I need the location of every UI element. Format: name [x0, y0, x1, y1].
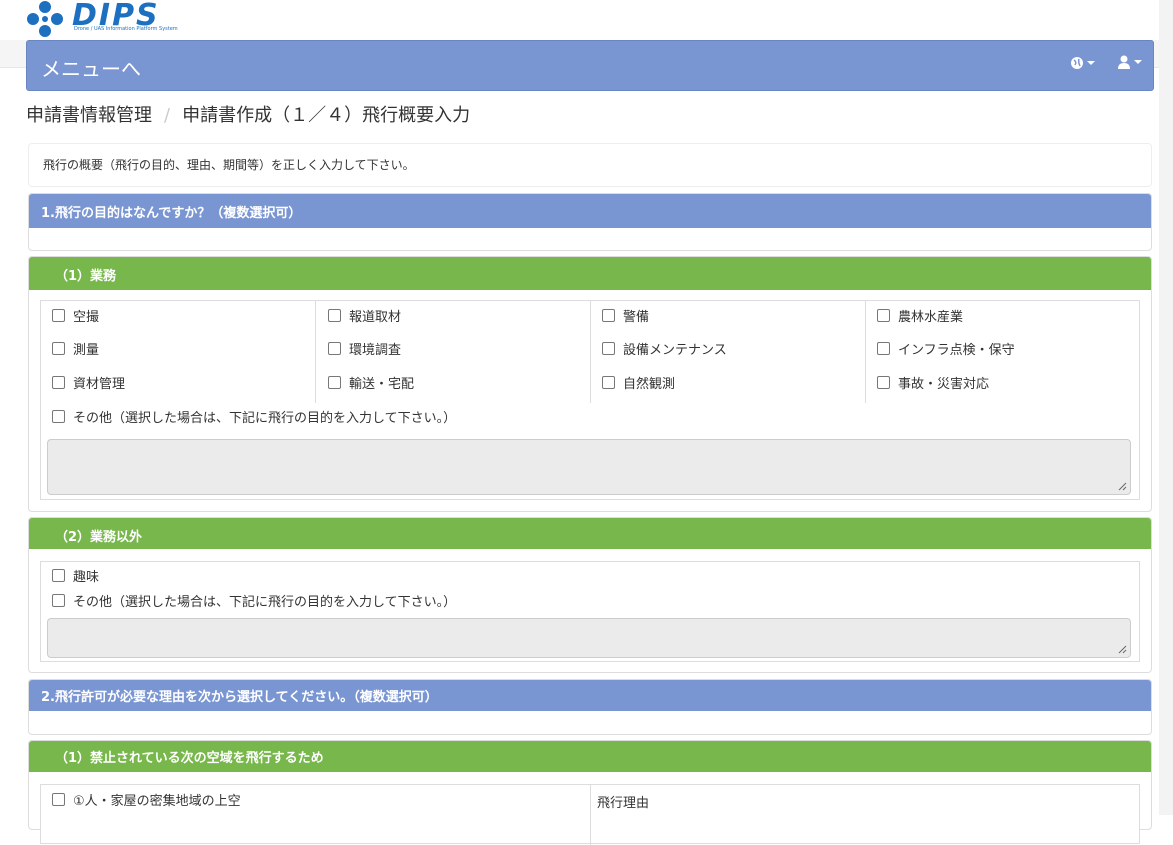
breadcrumb-item-current: 申請書作成（１／４）飛行概要入力 [182, 105, 471, 126]
purpose-environment-survey[interactable]: 環境調査 [328, 339, 401, 358]
purpose-equipment-maintenance[interactable]: 設備メンテナンス [602, 339, 727, 358]
breadcrumb: 申請書情報管理 / 申請書作成（１／４）飛行概要入力 [26, 101, 470, 127]
purpose-nature-observation[interactable]: 自然観測 [602, 373, 675, 392]
purpose-material-management[interactable]: 資材管理 [52, 373, 125, 392]
prohibited-airspace-panel: （1）禁止されている次の空域を飛行するため ①人・家屋の密集地域の上空 飛行理由 [28, 740, 1152, 845]
divider [865, 301, 866, 403]
purpose-section-title: 1.飛行の目的はなんですか？（複数選択可） [29, 194, 1151, 228]
option-label: 自然観測 [623, 377, 676, 392]
option-label: 報道取材 [349, 310, 402, 325]
language-dropdown[interactable] [1070, 55, 1095, 71]
checkbox[interactable] [877, 309, 890, 322]
breadcrumb-item-application-management[interactable]: 申請書情報管理 [26, 105, 152, 126]
checkbox[interactable] [52, 342, 65, 355]
business-panel-title: （1）業務 [29, 257, 1151, 290]
purpose-hobby[interactable]: 趣味 [52, 566, 99, 585]
option-label: その他（選択した場合は、下記に飛行の目的を入力して下さい。） [73, 595, 457, 610]
option-label: 農林水産業 [898, 310, 964, 325]
divider [590, 301, 591, 403]
checkbox[interactable] [602, 309, 615, 322]
nonbusiness-other-textarea[interactable] [47, 618, 1131, 658]
menu-link[interactable]: メニューへ [41, 53, 141, 82]
nonbusiness-panel-title: （2）業務以外 [29, 518, 1151, 549]
dips-logo[interactable]: DIPS Drone / UAS Information Platform Sy… [24, 0, 204, 38]
option-label: 空撮 [73, 310, 100, 325]
resize-handle-icon[interactable] [1117, 644, 1127, 654]
business-options: 空撮 測量 資材管理 報道取材 環境調査 輸送・宅配 警備 設備メンテナンス 自… [40, 300, 1140, 500]
checkbox[interactable] [52, 410, 65, 423]
purpose-infrastructure-inspection[interactable]: インフラ点検・保守 [877, 339, 1015, 358]
option-label: 資材管理 [73, 377, 126, 392]
option-label: 環境調査 [349, 343, 402, 358]
page-scrollbar[interactable] [1159, 0, 1173, 815]
checkbox[interactable] [877, 376, 890, 389]
option-label: 設備メンテナンス [623, 343, 727, 358]
checkbox[interactable] [52, 376, 65, 389]
checkbox[interactable] [328, 342, 341, 355]
checkbox[interactable] [602, 342, 615, 355]
checkbox[interactable] [877, 342, 890, 355]
option-label: 事故・災害対応 [898, 377, 990, 392]
business-panel: （1）業務 空撮 測量 資材管理 報道取材 環境調査 輸送・宅配 警備 設備メン… [28, 256, 1152, 512]
checkbox[interactable] [52, 569, 65, 582]
divider [315, 301, 316, 403]
checkbox[interactable] [52, 309, 65, 322]
purpose-business-other[interactable]: その他（選択した場合は、下記に飛行の目的を入力して下さい。） [52, 407, 456, 426]
purpose-section: 1.飛行の目的はなんですか？（複数選択可） [28, 193, 1152, 251]
option-label: ①人・家屋の密集地域の上空 [73, 794, 241, 809]
reason-section-title: 2.飛行許可が必要な理由を次から選択してください。（複数選択可） [29, 680, 1151, 711]
checkbox[interactable] [52, 594, 65, 607]
checkbox[interactable] [328, 376, 341, 389]
column-header: 飛行理由 [597, 796, 650, 811]
purpose-news-coverage[interactable]: 報道取材 [328, 306, 401, 325]
option-label: 測量 [73, 343, 100, 358]
option-label: 警備 [623, 310, 650, 325]
option-label: 趣味 [73, 570, 100, 585]
checkbox[interactable] [328, 309, 341, 322]
intro-panel: 飛行の概要（飛行の目的、理由、期間等）を正しく入力して下さい。 [28, 143, 1152, 187]
checkbox[interactable] [52, 793, 65, 806]
chevron-down-icon [1134, 60, 1142, 64]
divider [590, 785, 591, 845]
purpose-aerial-photo[interactable]: 空撮 [52, 306, 99, 325]
purpose-agriculture[interactable]: 農林水産業 [877, 306, 963, 325]
prohibited-airspace-options: ①人・家屋の密集地域の上空 飛行理由 [40, 784, 1140, 845]
prohibited-airspace-title: （1）禁止されている次の空域を飛行するため [29, 741, 1151, 772]
top-navbar: メニューへ [26, 40, 1154, 91]
chevron-down-icon [1087, 61, 1095, 65]
option-label: その他（選択した場合は、下記に飛行の目的を入力して下さい。） [73, 411, 457, 426]
logo-subtitle: Drone / UAS Information Platform System [74, 26, 178, 32]
checkbox[interactable] [602, 376, 615, 389]
option-label: 輸送・宅配 [349, 377, 415, 392]
option-label: インフラ点検・保守 [898, 343, 1015, 358]
purpose-surveying[interactable]: 測量 [52, 339, 99, 358]
nonbusiness-panel: （2）業務以外 趣味 その他（選択した場合は、下記に飛行の目的を入力して下さい。… [28, 517, 1152, 673]
breadcrumb-separator: / [164, 105, 171, 126]
purpose-security[interactable]: 警備 [602, 306, 649, 325]
globe-icon [1071, 57, 1083, 69]
purpose-nonbusiness-other[interactable]: その他（選択した場合は、下記に飛行の目的を入力して下さい。） [52, 591, 456, 610]
reason-section: 2.飛行許可が必要な理由を次から選択してください。（複数選択可） [28, 679, 1152, 735]
flight-reason-header: 飛行理由 [597, 792, 649, 811]
user-dropdown[interactable] [1117, 54, 1142, 70]
resize-handle-icon[interactable] [1117, 481, 1127, 491]
nonbusiness-options: 趣味 その他（選択した場合は、下記に飛行の目的を入力して下さい。） [40, 561, 1140, 662]
purpose-transport-delivery[interactable]: 輸送・宅配 [328, 373, 414, 392]
reason-dense-area[interactable]: ①人・家屋の密集地域の上空 [52, 790, 241, 809]
user-icon [1118, 55, 1130, 69]
intro-text: 飛行の概要（飛行の目的、理由、期間等）を正しく入力して下さい。 [43, 158, 415, 172]
business-other-textarea[interactable] [47, 439, 1131, 495]
logo-mark-icon [27, 1, 63, 37]
purpose-disaster-response[interactable]: 事故・災害対応 [877, 373, 989, 392]
